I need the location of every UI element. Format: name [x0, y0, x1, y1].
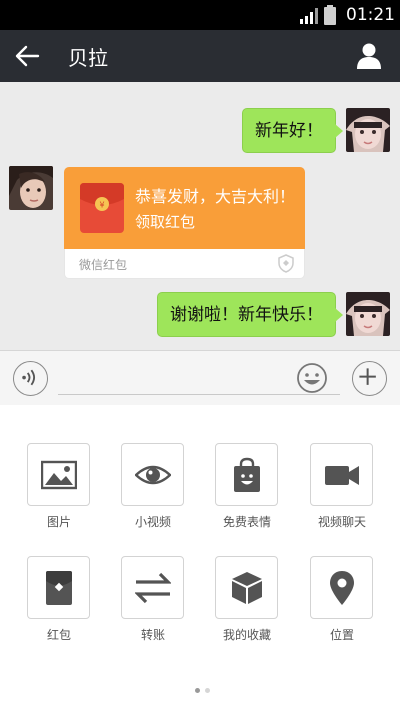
person-icon[interactable]: [356, 42, 382, 70]
red-packet-icon: ¥: [80, 183, 124, 233]
message-text: 新年好！: [255, 121, 323, 141]
transfer-arrows-icon: [135, 572, 171, 604]
tool-tile[interactable]: [121, 443, 184, 506]
signal-icon: [300, 8, 318, 24]
voice-button[interactable]: [13, 361, 48, 396]
shield-icon: [278, 254, 294, 273]
svg-text:¥: ¥: [99, 201, 104, 210]
tool-tile[interactable]: [27, 556, 90, 619]
red-packet-footer: 微信红包: [64, 249, 305, 279]
tool-label: 小视频: [134, 515, 171, 529]
tool-tile[interactable]: [215, 556, 278, 619]
tool-tile[interactable]: [310, 443, 373, 506]
battery-icon: [324, 5, 336, 25]
tool-tile[interactable]: [215, 443, 278, 506]
box-icon: [232, 572, 262, 604]
location-pin-icon: [330, 571, 354, 605]
message-bubble-sent[interactable]: 新年好！: [242, 108, 343, 153]
video-camera-icon: [325, 466, 359, 485]
tool-tile[interactable]: [27, 443, 90, 506]
tool-label: 视频聊天: [317, 515, 366, 529]
chat-header: 贝拉: [0, 30, 400, 82]
voice-icon: [22, 369, 36, 386]
red-packet-message[interactable]: ¥ 恭喜发财，大吉大利！ 领取红包 微信红包: [64, 167, 305, 279]
tool-label: 转账: [140, 628, 165, 642]
image-icon: [41, 460, 77, 490]
eye-icon: [135, 465, 171, 485]
page-indicator: [192, 688, 212, 694]
red-packet-source: 微信红包: [79, 258, 128, 272]
chat-title: 贝拉: [68, 46, 108, 70]
tool-label: 图片: [46, 515, 71, 529]
page-dot[interactable]: [205, 688, 210, 693]
red-packet-icon: [46, 571, 72, 605]
attachment-panel: 图片 小视频 免费表情 视频聊天 红包 转账 我的收藏 位置: [0, 405, 400, 711]
tool-label: 位置: [329, 628, 354, 642]
tool-label: 红包: [46, 628, 71, 642]
page-dot-active[interactable]: [195, 688, 200, 693]
back-arrow-icon[interactable]: [14, 44, 40, 68]
more-button[interactable]: [352, 361, 387, 396]
chat-area[interactable]: 新年好！ ¥ 恭喜发财，大吉大利！ 领取红包 微信红包 谢谢啦！新年快乐！: [0, 82, 400, 350]
my-avatar[interactable]: [346, 292, 390, 336]
status-time: 01:21: [346, 5, 395, 25]
tool-tile[interactable]: [121, 556, 184, 619]
tool-label: 我的收藏: [222, 628, 271, 642]
emoji-icon[interactable]: [296, 362, 328, 394]
tool-tile[interactable]: [310, 556, 373, 619]
input-bar: [0, 350, 400, 405]
status-bar: 01:21: [0, 0, 400, 30]
my-avatar[interactable]: [346, 108, 390, 152]
sticker-bag-icon: [234, 457, 260, 492]
red-packet-claim: 领取红包: [135, 213, 196, 231]
message-text: 谢谢啦！新年快乐！: [170, 305, 323, 325]
friend-avatar[interactable]: [9, 166, 53, 210]
red-packet-wish: 恭喜发财，大吉大利！: [135, 187, 296, 206]
red-packet-body: ¥ 恭喜发财，大吉大利！ 领取红包: [64, 167, 305, 249]
tool-label: 免费表情: [222, 515, 271, 529]
message-bubble-sent[interactable]: 谢谢啦！新年快乐！: [157, 292, 343, 337]
plus-icon: [359, 368, 376, 385]
